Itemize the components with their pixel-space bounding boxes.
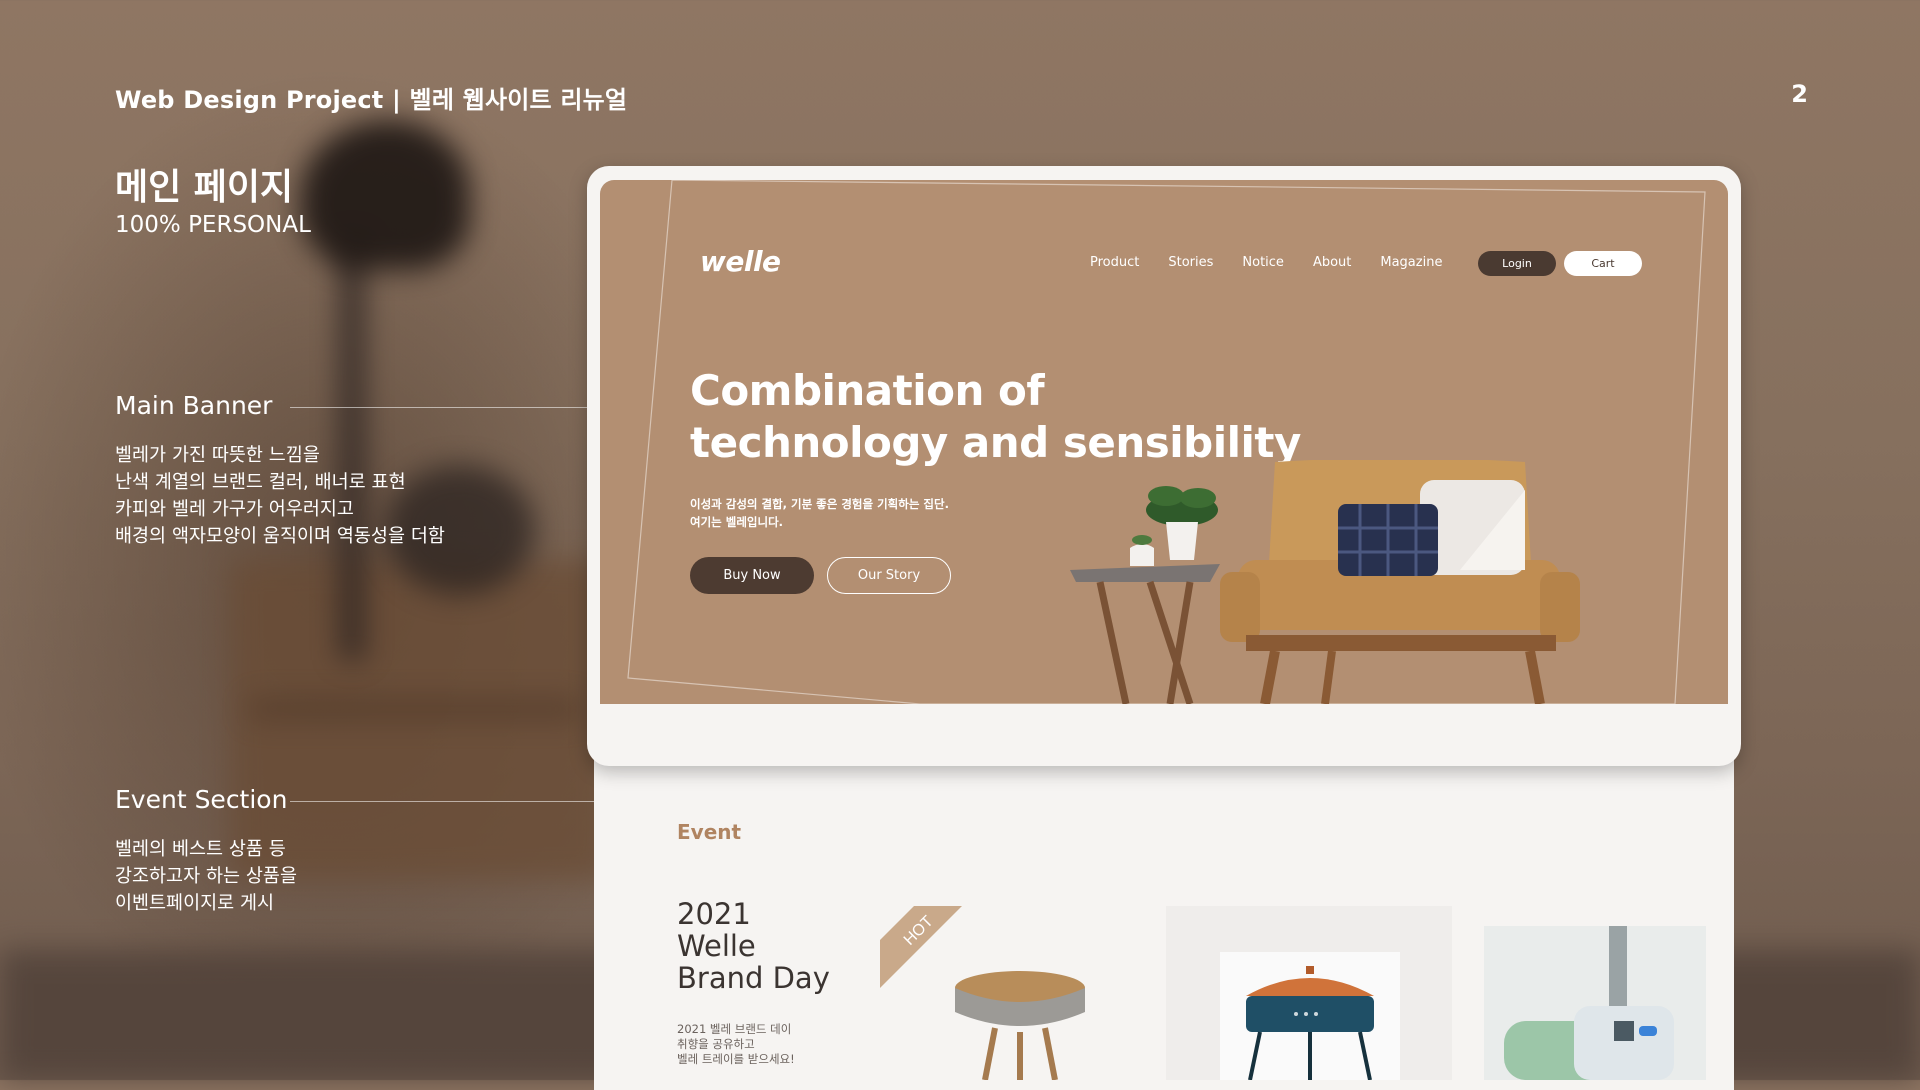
nav-item-magazine[interactable]: Magazine xyxy=(1380,255,1442,270)
annotation-main-banner-title: Main Banner xyxy=(115,391,273,420)
annotation-line: 배경의 액자모양이 움직이며 역동성을 더함 xyxy=(115,526,445,547)
nav-item-stories[interactable]: Stories xyxy=(1168,255,1213,270)
banner-description: 이성과 감성의 결합, 기분 좋은 경험을 기획하는 집단. 여기는 벨레입니다… xyxy=(690,495,949,531)
welle-logo[interactable]: welle xyxy=(700,245,781,278)
annotation-line: 벨레가 가진 따뜻한 느낌을 xyxy=(115,445,320,466)
background-lamp-shade xyxy=(300,120,470,270)
cart-button[interactable]: Cart xyxy=(1564,251,1642,276)
buy-now-button[interactable]: Buy Now xyxy=(690,557,814,594)
annotation-event-leader-line xyxy=(290,801,628,802)
website-mockup-frame: welle Product Stories Notice About Magaz… xyxy=(587,166,1741,766)
annotation-main-banner-leader-line xyxy=(290,407,628,408)
event-title-line: Brand Day xyxy=(677,961,830,995)
section-subtitle: 100% PERSONAL xyxy=(115,212,311,238)
annotation-line: 난색 계열의 브랜드 컬러, 배너로 표현 xyxy=(115,472,406,493)
banner-description-line: 이성과 감성의 결합, 기분 좋은 경험을 기획하는 집단. xyxy=(690,497,949,511)
event-title-line: 2021 xyxy=(677,897,751,931)
background-cabinet-drawer xyxy=(250,700,580,718)
main-banner: welle Product Stories Notice About Magaz… xyxy=(600,180,1728,704)
page-number: 2 xyxy=(1791,80,1808,108)
product-side-table-image[interactable] xyxy=(950,970,1090,1080)
banner-headline-line: Combination of xyxy=(690,366,1045,415)
annotation-line: 벨레의 베스트 상품 등 xyxy=(115,839,286,860)
main-navigation: Product Stories Notice About Magazine xyxy=(1090,255,1471,270)
nav-item-about[interactable]: About xyxy=(1313,255,1351,270)
event-description: 2021 벨레 브랜드 데이 취향을 공유하고 벨레 트레이를 받으세요! xyxy=(677,1022,795,1067)
event-label: Event xyxy=(677,820,742,844)
section-title: 메인 페이지 xyxy=(115,167,294,208)
product-blue-table-image[interactable] xyxy=(1240,966,1380,1080)
annotation-event-title: Event Section xyxy=(115,785,288,814)
annotation-line: 강조하고자 하는 상품을 xyxy=(115,866,297,887)
nav-item-notice[interactable]: Notice xyxy=(1242,255,1284,270)
nav-item-product[interactable]: Product xyxy=(1090,255,1139,270)
annotation-main-banner-text: 벨레가 가진 따뜻한 느낌을 난색 계열의 브랜드 컬러, 배너로 표현 카피와… xyxy=(115,442,445,550)
login-button[interactable]: Login xyxy=(1478,251,1556,276)
event-desc-line: 벨레 트레이를 받으세요! xyxy=(677,1052,795,1066)
our-story-button[interactable]: Our Story xyxy=(827,557,951,594)
annotation-line: 카피와 벨레 가구가 어우러지고 xyxy=(115,499,354,520)
annotation-line: 이벤트페이지로 게시 xyxy=(115,893,275,914)
event-title: 2021 Welle Brand Day xyxy=(677,898,830,994)
banner-headline: Combination of technology and sensibilit… xyxy=(690,365,1301,469)
product-radio-image[interactable] xyxy=(1484,926,1706,1080)
slide-header-title: Web Design Project | 벨레 웹사이트 리뉴얼 xyxy=(115,86,628,114)
banner-furniture-illustration xyxy=(1070,460,1580,704)
annotation-event-text: 벨레의 베스트 상품 등 강조하고자 하는 상품을 이벤트페이지로 게시 xyxy=(115,836,297,917)
background-cabinet xyxy=(230,560,610,880)
banner-description-line: 여기는 벨레입니다. xyxy=(690,515,784,529)
event-desc-line: 취향을 공유하고 xyxy=(677,1037,755,1051)
event-title-line: Welle xyxy=(677,929,756,963)
event-desc-line: 2021 벨레 브랜드 데이 xyxy=(677,1022,792,1036)
